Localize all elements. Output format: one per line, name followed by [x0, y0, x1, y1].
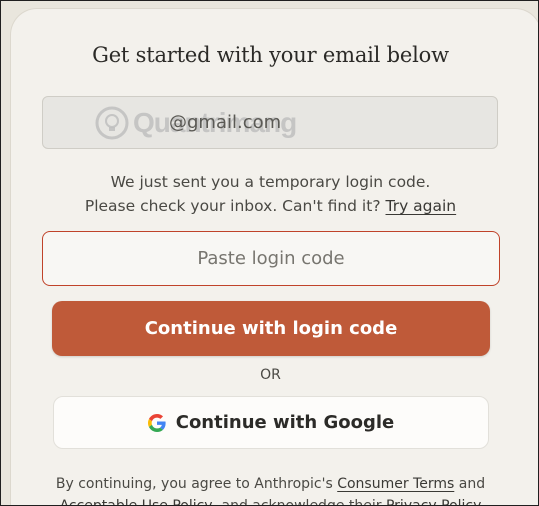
login-code-input[interactable] [42, 231, 500, 286]
notice-line-1: We just sent you a temporary login code. [110, 173, 431, 191]
continue-login-code-button[interactable]: Continue with login code [52, 301, 490, 356]
notice-line-2-text: Please check your inbox. Can't find it? [84, 197, 381, 215]
google-icon [147, 413, 166, 432]
page-title: Get started with your email below [92, 43, 449, 67]
acceptable-use-link[interactable]: Acceptable Use Policy [60, 498, 213, 505]
email-field[interactable]: Quantrimang @gmail.com [42, 96, 498, 149]
consumer-terms-link[interactable]: Consumer Terms [337, 476, 454, 492]
terms-notice: By continuing, you agree to Anthropic's … [1, 473, 538, 506]
continue-with-google-button[interactable]: Continue with Google [53, 396, 489, 449]
lightbulb-icon [95, 106, 129, 140]
try-again-link[interactable]: Try again [386, 197, 457, 215]
login-code-notice: We just sent you a temporary login code.… [1, 170, 538, 218]
terms-line-2: Acceptable Use Policy, and acknowledge t… [1, 495, 538, 506]
continue-login-code-label: Continue with login code [144, 318, 398, 339]
browser-viewport: Get started with your email below Quantr… [0, 0, 539, 506]
terms-prefix: By continuing, you agree to Anthropic's [55, 476, 333, 492]
notice-line-2: Please check your inbox. Can't find it? … [1, 194, 538, 218]
terms-and: and [458, 476, 486, 492]
email-value: @gmail.com [169, 112, 282, 133]
terms-line-1: By continuing, you agree to Anthropic's … [1, 473, 538, 495]
privacy-policy-link[interactable]: Privacy Policy [386, 498, 481, 505]
or-divider: OR [260, 367, 281, 383]
terms-middle: , and acknowledge their [212, 498, 382, 506]
continue-with-google-label: Continue with Google [175, 412, 395, 433]
